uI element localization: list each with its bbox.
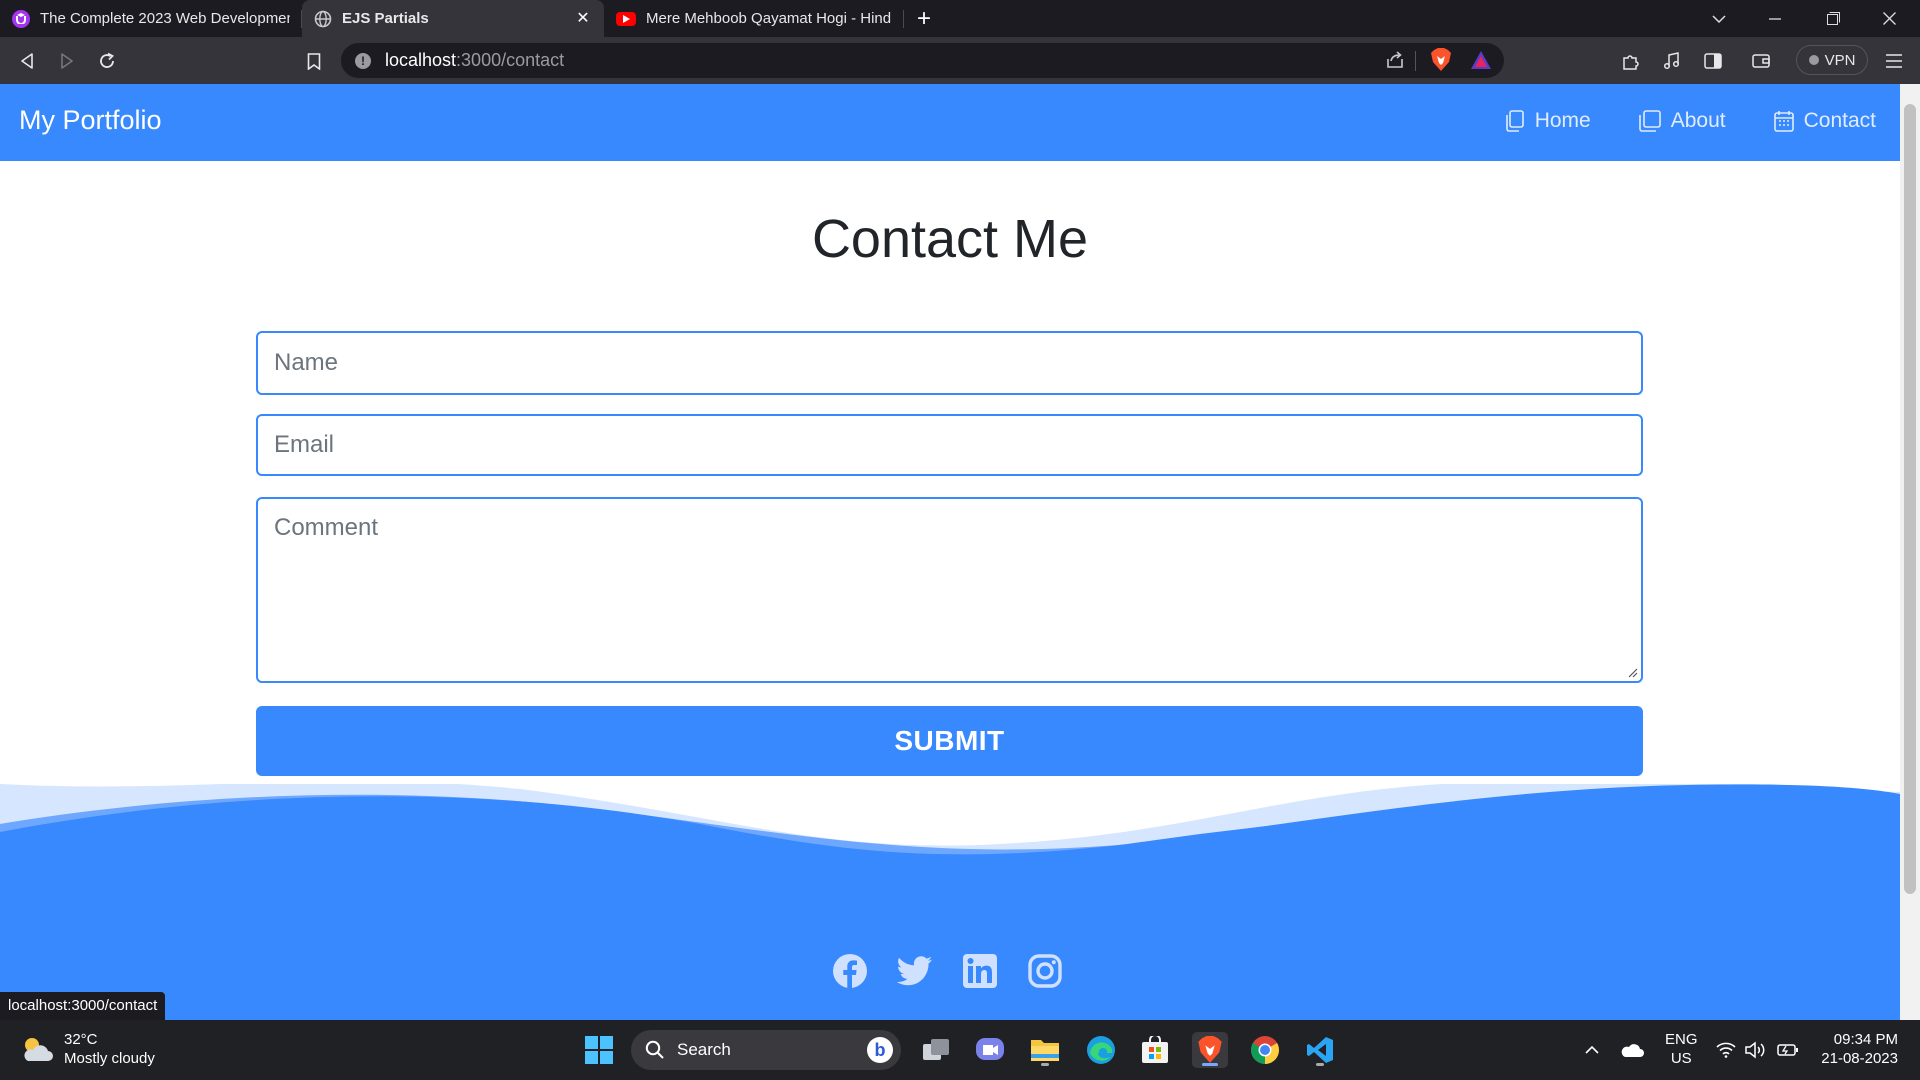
weather-widget[interactable]: 32°C Mostly cloudy [20,1030,155,1068]
microsoft-store-icon[interactable] [1137,1032,1173,1068]
windows-taskbar: 32°C Mostly cloudy Search b ENG US 09:34… [0,1020,1920,1080]
vpn-button[interactable]: VPN [1796,45,1868,75]
browser-tab-udemy[interactable]: The Complete 2023 Web Development [0,0,302,37]
close-tab-icon[interactable]: ✕ [574,10,592,28]
youtube-icon [616,11,636,26]
windows-start-icon[interactable] [581,1032,617,1068]
chrome-browser-icon[interactable] [1247,1032,1283,1068]
restore-window-icon[interactable] [1810,0,1856,37]
tab-title: The Complete 2023 Web Development [40,10,290,27]
comment-placeholder: Comment [274,514,379,541]
new-tab-button[interactable]: + [904,0,944,37]
media-icon[interactable] [1652,41,1692,81]
social-links [832,953,1092,989]
brave-browser-icon[interactable] [1192,1032,1228,1068]
nav-home-link[interactable]: Home [1505,109,1591,133]
page-title: Contact Me [811,209,1089,269]
site-info-icon[interactable]: ! [355,52,371,69]
url-text: localhost:3000/contact [385,50,565,70]
email-input[interactable]: Email [256,414,1643,476]
nav-links: Home About Contact [1457,109,1876,133]
calendar-icon [1773,111,1794,132]
brave-rewards-icon[interactable] [1470,50,1492,70]
submit-button[interactable]: SUBMIT [256,706,1643,776]
reload-icon[interactable] [87,41,127,81]
cloudy-weather-icon [24,1038,53,1061]
battery-icon[interactable] [1770,1032,1806,1068]
resize-handle-icon[interactable] [1626,666,1638,678]
clock-date: 21-08-2023 [1821,1050,1898,1067]
tab-list-chevron-icon[interactable] [1696,0,1742,37]
globe-icon [314,10,332,28]
close-window-icon[interactable] [1866,0,1912,37]
facebook-icon[interactable] [832,953,868,989]
site-navbar: My Portfolio Home About Contact [0,84,1900,161]
status-link-preview: localhost:3000/contact [0,992,166,1020]
taskbar-search[interactable]: Search b [631,1030,901,1070]
tab-title: Mere Mehboob Qayamat Hogi - Hindi [646,10,892,27]
instagram-icon[interactable] [1027,953,1063,989]
language-indicator[interactable]: ENG US [1665,1030,1698,1068]
file-explorer-icon[interactable] [1027,1032,1063,1068]
scrollbar-thumb[interactable] [1904,104,1916,894]
teams-chat-icon[interactable] [972,1032,1008,1068]
email-placeholder: Email [274,431,335,458]
tab-title: EJS Partials [342,10,429,27]
copy-icon [1505,110,1524,132]
sidebar-icon[interactable] [1693,41,1733,81]
bing-icon[interactable]: b [867,1037,893,1063]
taskbar-clock[interactable]: 09:34 PM 21-08-2023 [1821,1030,1898,1068]
minimize-window-icon[interactable] [1752,0,1798,37]
nav-about-link[interactable]: About [1638,109,1726,133]
clock-time: 09:34 PM [1833,1031,1898,1048]
browser-toolbar: ! localhost:3000/contact VPN [0,37,1920,84]
site-brand[interactable]: My Portfolio [19,105,162,136]
wallet-icon[interactable] [1741,41,1781,81]
vpn-status-icon [1808,55,1819,65]
square-stack-icon [1638,110,1661,132]
linkedin-icon[interactable] [962,953,998,989]
brave-shields-icon[interactable] [1430,48,1452,72]
web-page: My Portfolio Home About Contact Contact … [0,84,1900,1020]
back-icon[interactable] [7,41,47,81]
browser-tab-youtube[interactable]: Mere Mehboob Qayamat Hogi - Hindi [604,0,904,37]
nav-contact-link[interactable]: Contact [1773,109,1876,133]
address-bar[interactable]: ! localhost:3000/contact [341,43,1504,78]
name-input[interactable]: Name [256,331,1643,395]
chevron-up-icon[interactable] [1574,1032,1610,1068]
weather-temp: 32°C [64,1031,98,1048]
share-icon[interactable] [1385,50,1405,70]
extensions-icon[interactable] [1611,41,1651,81]
weather-desc: Mostly cloudy [64,1050,155,1067]
vscode-icon[interactable] [1302,1032,1338,1068]
browser-tab-ejs-partials[interactable]: EJS Partials ✕ [302,0,604,37]
task-view-icon[interactable] [918,1032,954,1068]
page-scrollbar[interactable] [1900,84,1920,1020]
forward-icon[interactable] [47,41,87,81]
name-placeholder: Name [274,349,339,376]
volume-icon[interactable] [1738,1032,1774,1068]
twitter-icon[interactable] [897,953,933,989]
bookmark-icon[interactable] [294,41,334,81]
udemy-icon [12,9,30,28]
onedrive-icon[interactable] [1614,1032,1650,1068]
menu-icon[interactable] [1874,41,1914,81]
comment-textarea[interactable]: Comment [256,497,1643,683]
search-icon [645,1040,664,1059]
browser-tab-strip: The Complete 2023 Web Development EJS Pa… [0,0,1920,37]
edge-browser-icon[interactable] [1083,1032,1119,1068]
